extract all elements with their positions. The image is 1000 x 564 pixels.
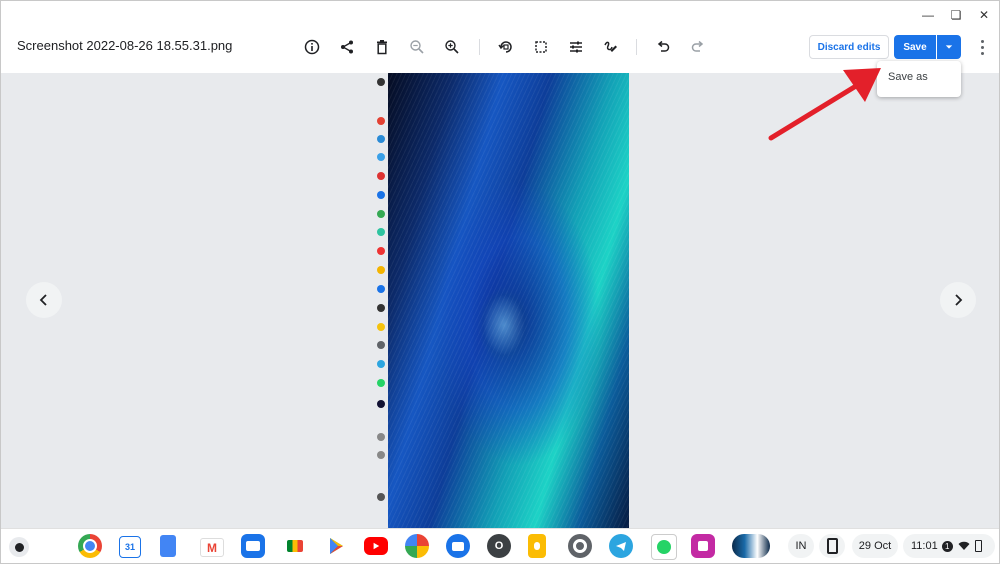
- youtube-app[interactable]: [364, 537, 388, 555]
- redo-icon[interactable]: [688, 37, 708, 57]
- messages-app[interactable]: [446, 534, 470, 558]
- adjust-icon[interactable]: [566, 37, 586, 57]
- window-controls: — ❏ ✕: [919, 7, 993, 23]
- calendar-app[interactable]: 31: [119, 536, 141, 558]
- status-tray[interactable]: 11:01 1: [903, 534, 995, 558]
- save-as-menu-item[interactable]: Save as: [888, 71, 928, 83]
- red-arrow-annotation: [768, 68, 881, 141]
- toolbar-divider: [636, 39, 637, 55]
- battery-icon: [974, 540, 982, 552]
- close-icon[interactable]: ✕: [975, 7, 993, 23]
- launcher-button[interactable]: [9, 537, 29, 557]
- chevron-right-icon: [955, 294, 963, 306]
- chevron-down-icon: [945, 45, 953, 49]
- telegram-app[interactable]: [609, 534, 633, 558]
- save-button[interactable]: Save: [894, 35, 936, 59]
- screenshot-app[interactable]: [691, 534, 715, 558]
- phone-app-shelf: [373, 73, 388, 528]
- play-store-app[interactable]: [324, 534, 348, 558]
- phone-hub-icon[interactable]: [819, 534, 845, 558]
- date-tray[interactable]: 29 Oct: [852, 534, 898, 558]
- wifi-icon: [958, 541, 970, 550]
- gmail-app[interactable]: M: [200, 538, 224, 557]
- docs-app[interactable]: [160, 535, 176, 557]
- chrome-app[interactable]: [78, 534, 102, 558]
- save-dropdown-button[interactable]: [937, 35, 961, 59]
- app-window: — ❏ ✕ Screenshot 2022-08-26 18.55.31.png: [0, 0, 1000, 564]
- toolbar-divider: [479, 39, 480, 55]
- zoom-out-icon[interactable]: [407, 37, 427, 57]
- annotate-icon[interactable]: [601, 37, 621, 57]
- share-icon[interactable]: [337, 37, 357, 57]
- more-vert-icon[interactable]: [976, 38, 988, 56]
- notification-badge: 1: [941, 540, 953, 552]
- delete-icon[interactable]: [372, 37, 392, 57]
- crop-icon[interactable]: [531, 37, 551, 57]
- previous-image-button[interactable]: [26, 282, 62, 318]
- photos-app[interactable]: [405, 534, 429, 558]
- info-icon[interactable]: [302, 37, 322, 57]
- o-app[interactable]: O: [487, 534, 511, 558]
- whatsapp-app[interactable]: [651, 534, 677, 560]
- files-app[interactable]: [241, 534, 265, 558]
- rotate-icon[interactable]: [496, 37, 516, 57]
- restore-icon[interactable]: ❏: [947, 7, 965, 23]
- zoom-in-icon[interactable]: [442, 37, 462, 57]
- next-image-button[interactable]: [940, 282, 976, 318]
- undo-icon[interactable]: [653, 37, 673, 57]
- time-label: 11:01: [911, 540, 938, 552]
- screenshot-image: [373, 73, 629, 528]
- settings-app[interactable]: [568, 534, 592, 558]
- minimize-icon[interactable]: —: [919, 7, 937, 23]
- photo-app[interactable]: [732, 534, 770, 558]
- chevron-left-icon: [39, 294, 47, 306]
- file-title: Screenshot 2022-08-26 18.55.31.png: [17, 38, 233, 53]
- system-shelf: 31 M O IN 29 Oct 11:01 1: [1, 528, 999, 563]
- keep-app[interactable]: [528, 534, 546, 558]
- peacock-feather-photo: [388, 73, 629, 528]
- meet-app[interactable]: [283, 534, 307, 558]
- ime-indicator[interactable]: IN: [788, 534, 814, 558]
